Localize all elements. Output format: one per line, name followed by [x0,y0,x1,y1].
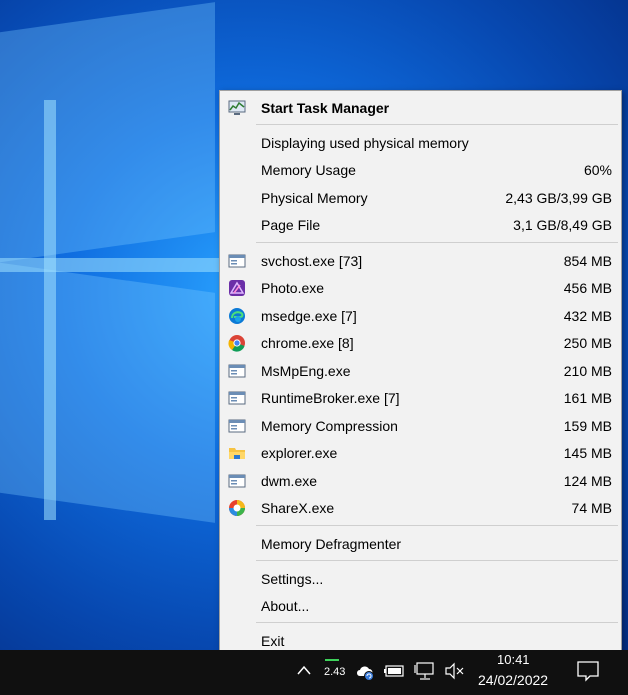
menu-separator [256,622,618,623]
generic-app-icon [228,474,246,488]
physical-memory-value: 2,43 GB/3,99 GB [505,190,612,206]
chrome-icon [228,335,245,352]
process-name: Photo.exe [261,280,325,296]
generic-app-icon [228,419,246,433]
menu-separator [256,124,618,125]
windows-logo-pane [0,2,215,268]
process-memory: 456 MB [563,280,612,296]
memory-heading-label: Displaying used physical memory [261,135,469,151]
page-file-value: 3,1 GB/8,49 GB [513,217,612,233]
process-item[interactable]: Photo.exe 456 MB [220,274,621,301]
process-memory: 74 MB [571,500,612,516]
process-item[interactable]: dwm.exe 124 MB [220,467,621,494]
generic-app-icon [228,254,246,268]
process-memory: 124 MB [563,473,612,489]
battery-icon[interactable] [384,665,406,677]
process-name: explorer.exe [261,445,338,461]
clock[interactable]: 10:41 24/02/2022 [470,650,562,695]
process-item[interactable]: msedge.exe [7] 432 MB [220,302,621,329]
process-memory: 432 MB [563,308,612,324]
generic-app-icon [228,391,246,405]
process-memory: 250 MB [563,335,612,351]
memory-defragmenter-label: Memory Defragmenter [261,536,402,552]
physical-memory-label: Physical Memory [261,190,368,206]
process-name: ShareX.exe [261,500,335,516]
process-item[interactable]: MsMpEng.exe 210 MB [220,357,621,384]
menu-separator [256,525,618,526]
about-label: About... [261,598,310,614]
memory-bar-icon [325,659,339,666]
task-manager-icon [228,100,246,115]
edge-icon [229,308,245,324]
windows-logo-pane [0,257,215,523]
process-memory: 854 MB [563,253,612,269]
process-name: MsMpEng.exe [261,363,351,379]
start-task-manager-label: Start Task Manager [261,100,390,116]
process-item[interactable]: Memory Compression 159 MB [220,412,621,439]
process-item[interactable]: chrome.exe [8] 250 MB [220,329,621,356]
process-item[interactable]: explorer.exe 145 MB [220,439,621,466]
process-name: RuntimeBroker.exe [7] [261,390,400,406]
memory-tray-indicator[interactable]: 2.43 [322,656,348,686]
tray-context-menu: Start Task Manager Displaying used physi… [219,90,622,656]
sharex-icon [229,500,245,516]
page-file-item: Page File 3,1 GB/8,49 GB [220,211,621,238]
process-memory: 210 MB [563,363,612,379]
process-memory: 159 MB [563,418,612,434]
process-memory: 161 MB [563,390,612,406]
exit-label: Exit [261,633,285,649]
network-icon[interactable] [414,661,436,681]
notification-icon[interactable] [576,660,600,682]
clock-time: 10:41 [497,652,530,667]
chevron-up-icon[interactable] [296,664,312,676]
volume-muted-icon[interactable] [444,662,466,680]
process-memory: 145 MB [563,445,612,461]
start-task-manager-item[interactable]: Start Task Manager [220,94,621,121]
folder-icon [229,448,245,459]
process-name: Memory Compression [261,418,398,434]
taskbar: 2.43 10:41 24/02/2022 [0,650,628,695]
process-item[interactable]: RuntimeBroker.exe [7] 161 MB [220,384,621,411]
settings-label: Settings... [261,571,324,587]
memory-heading-item: Displaying used physical memory [220,129,621,156]
process-name: chrome.exe [8] [261,335,354,351]
process-name: svchost.exe [73] [261,253,363,269]
windows-logo-beam [0,258,220,272]
process-name: msedge.exe [7] [261,308,357,324]
menu-separator [256,242,618,243]
clock-date: 24/02/2022 [478,672,549,688]
windows-logo-beam [44,100,56,520]
memory-usage-label: Memory Usage [261,162,356,178]
memory-usage-item: Memory Usage 60% [220,156,621,183]
about-item[interactable]: About... [220,592,621,619]
menu-separator [256,560,618,561]
memory-usage-value: 60% [583,162,612,178]
onedrive-sync-icon[interactable] [354,662,378,682]
memory-defragmenter-item[interactable]: Memory Defragmenter [220,530,621,557]
process-item[interactable]: ShareX.exe 74 MB [220,494,621,521]
affinity-photo-icon [229,280,245,296]
settings-item[interactable]: Settings... [220,565,621,592]
generic-app-icon [228,364,246,378]
process-name: dwm.exe [261,473,318,489]
process-item[interactable]: svchost.exe [73] 854 MB [220,247,621,274]
page-file-label: Page File [261,217,321,233]
memory-tray-text: 2.43 [324,666,346,678]
physical-memory-item: Physical Memory 2,43 GB/3,99 GB [220,184,621,211]
